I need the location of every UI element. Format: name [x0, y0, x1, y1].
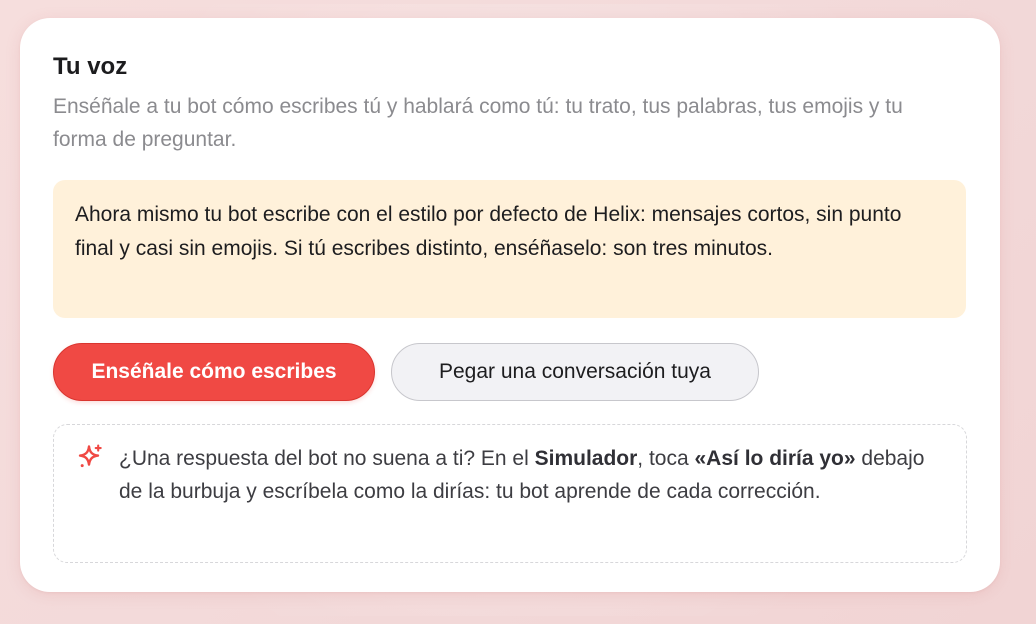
sparkle-icon: [78, 444, 102, 468]
simulator-name: Simulador: [534, 447, 638, 470]
teach-writing-button[interactable]: Enséñale cómo escribes: [53, 343, 375, 401]
tip-prefix: ¿Una respuesta del bot no suena a ti? En…: [119, 447, 535, 470]
notice-text: Ahora mismo tu bot escribe con el estilo…: [75, 203, 902, 260]
voice-settings-card: Tu voz Enséñale a tu bot cómo escribes t…: [20, 18, 1000, 592]
default-style-notice: Ahora mismo tu bot escribe con el estilo…: [53, 180, 966, 318]
tip-middle: , toca: [637, 447, 695, 470]
correction-phrase: «Así lo diría yo»: [694, 447, 856, 470]
section-title: Tu voz: [53, 53, 128, 80]
section-subtitle: Enséñale a tu bot cómo escribes tú y hab…: [53, 95, 903, 151]
simulator-tip: ¿Una respuesta del bot no suena a ti? En…: [53, 424, 967, 563]
tip-text: ¿Una respuesta del bot no suena a ti? En…: [119, 442, 939, 508]
paste-conversation-button[interactable]: Pegar una conversación tuya: [391, 343, 759, 401]
